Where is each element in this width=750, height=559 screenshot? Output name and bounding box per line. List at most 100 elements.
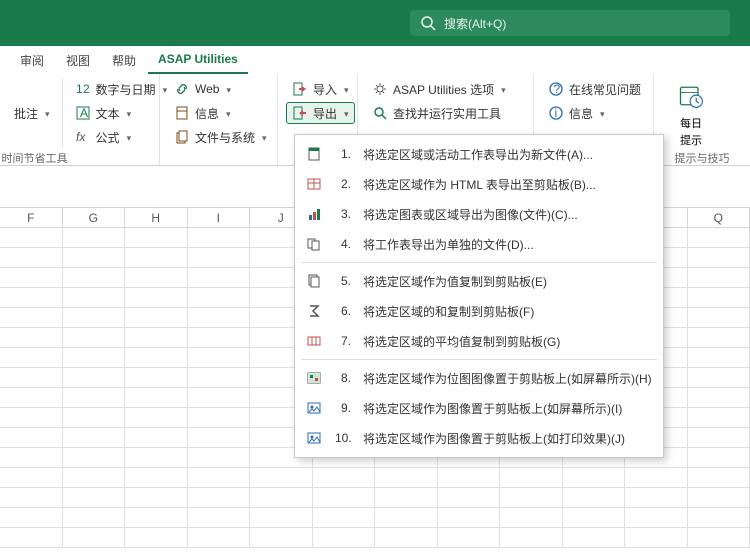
cell[interactable] bbox=[188, 468, 251, 488]
cell[interactable] bbox=[0, 388, 63, 408]
info-button[interactable]: 信息 bbox=[168, 102, 273, 124]
cell[interactable] bbox=[625, 468, 688, 488]
cell[interactable] bbox=[438, 468, 501, 488]
cell[interactable] bbox=[688, 448, 750, 468]
cell[interactable] bbox=[563, 528, 626, 548]
cell[interactable] bbox=[563, 488, 626, 508]
cell[interactable] bbox=[63, 388, 126, 408]
cell[interactable] bbox=[0, 468, 63, 488]
cell[interactable] bbox=[188, 528, 251, 548]
cell[interactable] bbox=[250, 468, 313, 488]
search-box[interactable]: 搜索(Alt+Q) bbox=[410, 10, 730, 36]
cell[interactable] bbox=[0, 268, 63, 288]
cell[interactable] bbox=[188, 248, 251, 268]
tab-review[interactable]: 审阅 bbox=[10, 46, 54, 74]
cell[interactable] bbox=[0, 368, 63, 388]
cell[interactable] bbox=[438, 508, 501, 528]
export-menu-item[interactable]: 5.将选定区域作为值复制到剪贴板(E) bbox=[299, 266, 659, 296]
find-run-button[interactable]: 查找并运行实用工具 bbox=[366, 102, 512, 124]
cell[interactable] bbox=[500, 468, 563, 488]
cell[interactable] bbox=[125, 428, 188, 448]
cell[interactable] bbox=[0, 528, 63, 548]
cell[interactable] bbox=[688, 428, 750, 448]
cell[interactable] bbox=[63, 268, 126, 288]
col-header[interactable]: Q bbox=[688, 208, 750, 227]
cell[interactable] bbox=[188, 268, 251, 288]
col-header[interactable]: G bbox=[63, 208, 126, 227]
cell[interactable] bbox=[63, 308, 126, 328]
cell[interactable] bbox=[125, 408, 188, 428]
faq-button[interactable]: ? 在线常见问题 bbox=[542, 78, 647, 100]
cell[interactable] bbox=[0, 408, 63, 428]
cell[interactable] bbox=[438, 528, 501, 548]
export-menu-item[interactable]: 7.将选定区域的平均值复制到剪贴板(G) bbox=[299, 326, 659, 356]
cell[interactable] bbox=[688, 228, 750, 248]
col-header[interactable]: H bbox=[125, 208, 188, 227]
col-header[interactable]: I bbox=[188, 208, 251, 227]
cell[interactable] bbox=[125, 448, 188, 468]
cell[interactable] bbox=[500, 508, 563, 528]
export-menu-item[interactable]: 1.将选定区域或活动工作表导出为新文件(A)... bbox=[299, 139, 659, 169]
cell[interactable] bbox=[688, 328, 750, 348]
cell[interactable] bbox=[125, 268, 188, 288]
cell[interactable] bbox=[375, 508, 438, 528]
cell[interactable] bbox=[688, 348, 750, 368]
numbers-dates-button[interactable]: 12 数字与日期 bbox=[69, 78, 174, 100]
cell[interactable] bbox=[0, 348, 63, 368]
cell[interactable] bbox=[188, 488, 251, 508]
cell[interactable] bbox=[188, 348, 251, 368]
tab-view[interactable]: 视图 bbox=[56, 46, 100, 74]
cell[interactable] bbox=[688, 248, 750, 268]
cell[interactable] bbox=[0, 508, 63, 528]
export-button[interactable]: 导出 bbox=[286, 102, 355, 124]
asap-options-button[interactable]: ASAP Utilities 选项 bbox=[366, 78, 512, 100]
cell[interactable] bbox=[250, 488, 313, 508]
cell[interactable] bbox=[125, 468, 188, 488]
cell[interactable] bbox=[63, 528, 126, 548]
file-system-button[interactable]: 文件与系统 bbox=[168, 126, 273, 148]
text-button[interactable]: A 文本 bbox=[69, 102, 174, 124]
cell[interactable] bbox=[500, 488, 563, 508]
cell[interactable] bbox=[313, 528, 376, 548]
export-menu-item[interactable]: 8.将选定区域作为位图图像置于剪贴板上(如屏幕所示)(H) bbox=[299, 363, 659, 393]
export-menu-item[interactable]: 4.将工作表导出为单独的文件(D)... bbox=[299, 229, 659, 259]
cell[interactable] bbox=[0, 248, 63, 268]
cell[interactable] bbox=[313, 488, 376, 508]
cell[interactable] bbox=[625, 508, 688, 528]
cell[interactable] bbox=[250, 528, 313, 548]
cell[interactable] bbox=[250, 508, 313, 528]
cell[interactable] bbox=[63, 488, 126, 508]
import-button[interactable]: 导入 bbox=[286, 78, 355, 100]
cell[interactable] bbox=[688, 268, 750, 288]
cell[interactable] bbox=[500, 528, 563, 548]
cell[interactable] bbox=[438, 488, 501, 508]
export-menu-item[interactable]: 3.将选定图表或区域导出为图像(文件)(C)... bbox=[299, 199, 659, 229]
cell[interactable] bbox=[63, 468, 126, 488]
cell[interactable] bbox=[188, 388, 251, 408]
tab-help[interactable]: 帮助 bbox=[102, 46, 146, 74]
help-info-button[interactable]: i 信息 bbox=[542, 102, 647, 124]
cell[interactable] bbox=[188, 448, 251, 468]
cell[interactable] bbox=[188, 508, 251, 528]
cell[interactable] bbox=[688, 528, 750, 548]
cell[interactable] bbox=[0, 488, 63, 508]
cell[interactable] bbox=[688, 288, 750, 308]
cell[interactable] bbox=[625, 528, 688, 548]
col-header[interactable]: F bbox=[0, 208, 63, 227]
cell[interactable] bbox=[188, 328, 251, 348]
cell[interactable] bbox=[63, 448, 126, 468]
cell[interactable] bbox=[63, 328, 126, 348]
export-menu-item[interactable]: 9.将选定区域作为图像置于剪贴板上(如屏幕所示)(I) bbox=[299, 393, 659, 423]
cell[interactable] bbox=[63, 348, 126, 368]
cell[interactable] bbox=[375, 468, 438, 488]
cell[interactable] bbox=[63, 508, 126, 528]
cell[interactable] bbox=[63, 428, 126, 448]
cell[interactable] bbox=[63, 228, 126, 248]
cell[interactable] bbox=[125, 228, 188, 248]
cell[interactable] bbox=[313, 508, 376, 528]
cell[interactable] bbox=[125, 328, 188, 348]
cell[interactable] bbox=[125, 508, 188, 528]
cell[interactable] bbox=[688, 368, 750, 388]
cell[interactable] bbox=[0, 428, 63, 448]
cell[interactable] bbox=[688, 468, 750, 488]
